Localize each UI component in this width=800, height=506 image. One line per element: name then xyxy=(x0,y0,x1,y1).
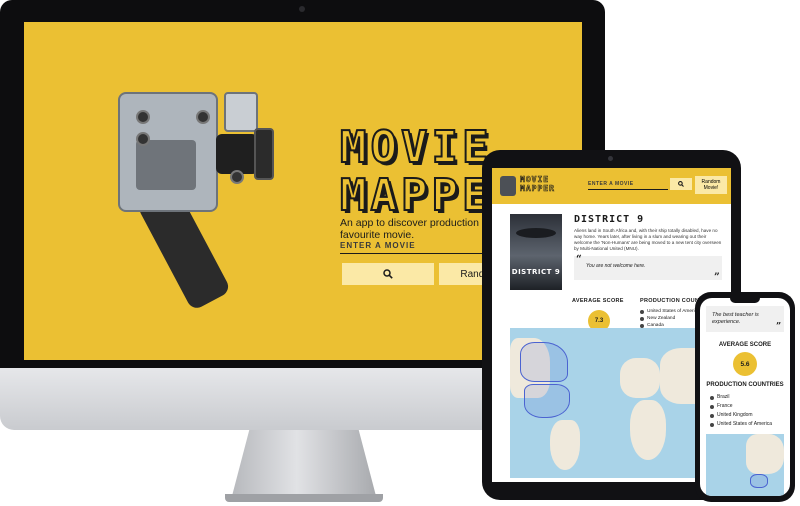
map-highlight-france xyxy=(750,474,768,488)
list-item: France xyxy=(710,402,790,411)
movie-tagline: The best teacher is experience. xyxy=(712,312,759,325)
tablet-search-input[interactable] xyxy=(588,178,668,190)
map-landmass xyxy=(746,434,784,474)
production-countries-list: Brazil France United Kingdom United Stat… xyxy=(710,393,790,429)
globe-icon xyxy=(710,395,714,400)
movie-description: Aliens land in South Africa and, with th… xyxy=(574,228,722,251)
globe-icon xyxy=(640,323,644,328)
tablet-logo: MOVIE MAPPER xyxy=(520,175,555,194)
map-landmass xyxy=(550,420,580,470)
world-map[interactable] xyxy=(706,434,784,496)
globe-icon xyxy=(710,413,714,418)
ipad-camera xyxy=(608,156,613,161)
globe-icon xyxy=(710,422,714,427)
poster-spaceship xyxy=(516,228,556,238)
quote-open-icon: “ xyxy=(576,254,582,265)
tablet-search-button[interactable] xyxy=(670,178,692,190)
movie-camera-illustration xyxy=(106,70,276,325)
camera-plate xyxy=(136,140,196,190)
search-icon xyxy=(678,181,684,187)
map-highlight-usa xyxy=(524,384,570,418)
average-score-badge: 5.6 xyxy=(733,352,757,376)
camera-logo-icon xyxy=(500,176,516,196)
average-score-label: AVERAGE SCORE xyxy=(572,298,624,304)
camera-knob xyxy=(136,132,150,146)
search-button[interactable] xyxy=(342,263,434,285)
camera-knob xyxy=(230,170,244,184)
camera-lens xyxy=(216,134,258,174)
phone-screen: The best teacher is experience. ” AVERAG… xyxy=(700,298,790,496)
average-score-label: AVERAGE SCORE xyxy=(718,342,772,348)
phone-notch xyxy=(730,298,760,303)
list-item: United States of America xyxy=(710,420,790,429)
quote-close-icon: ” xyxy=(776,322,782,332)
movie-tagline: You are not welcome here. xyxy=(586,263,646,269)
map-highlight-canada xyxy=(520,342,568,382)
camera-knob xyxy=(136,110,150,124)
device-mockup-stage: MOVIE MAPPER An app to discover producti… xyxy=(0,0,800,506)
movie-poster: DISTRICT 9 xyxy=(510,214,562,290)
search-icon xyxy=(383,269,393,279)
camera-viewfinder xyxy=(224,92,258,132)
poster-title: DISTRICT 9 xyxy=(511,268,561,276)
globe-icon xyxy=(640,316,644,321)
globe-icon xyxy=(710,404,714,409)
iphone-device: The best teacher is experience. ” AVERAG… xyxy=(695,292,795,502)
list-item: Brazil xyxy=(710,393,790,402)
movie-title: DISTRICT 9 xyxy=(574,214,645,225)
imac-stand-base xyxy=(225,494,383,502)
globe-icon xyxy=(640,309,644,314)
list-item: United Kingdom xyxy=(710,411,790,420)
camera-knob xyxy=(196,110,210,124)
production-countries-label: PRODUCTION COUNTRIES xyxy=(706,382,784,388)
quote-close-icon: ” xyxy=(714,272,720,283)
camera-lens-front xyxy=(254,128,274,180)
tablet-header: MOVIEMAPPER Random Movie! xyxy=(492,168,731,204)
tablet-random-movie-button[interactable]: Random Movie! xyxy=(695,176,727,194)
imac-stand xyxy=(232,430,376,496)
imac-camera xyxy=(299,6,305,12)
apple-logo-icon xyxy=(289,377,317,411)
map-landmass xyxy=(620,358,660,398)
map-landmass xyxy=(630,400,666,460)
